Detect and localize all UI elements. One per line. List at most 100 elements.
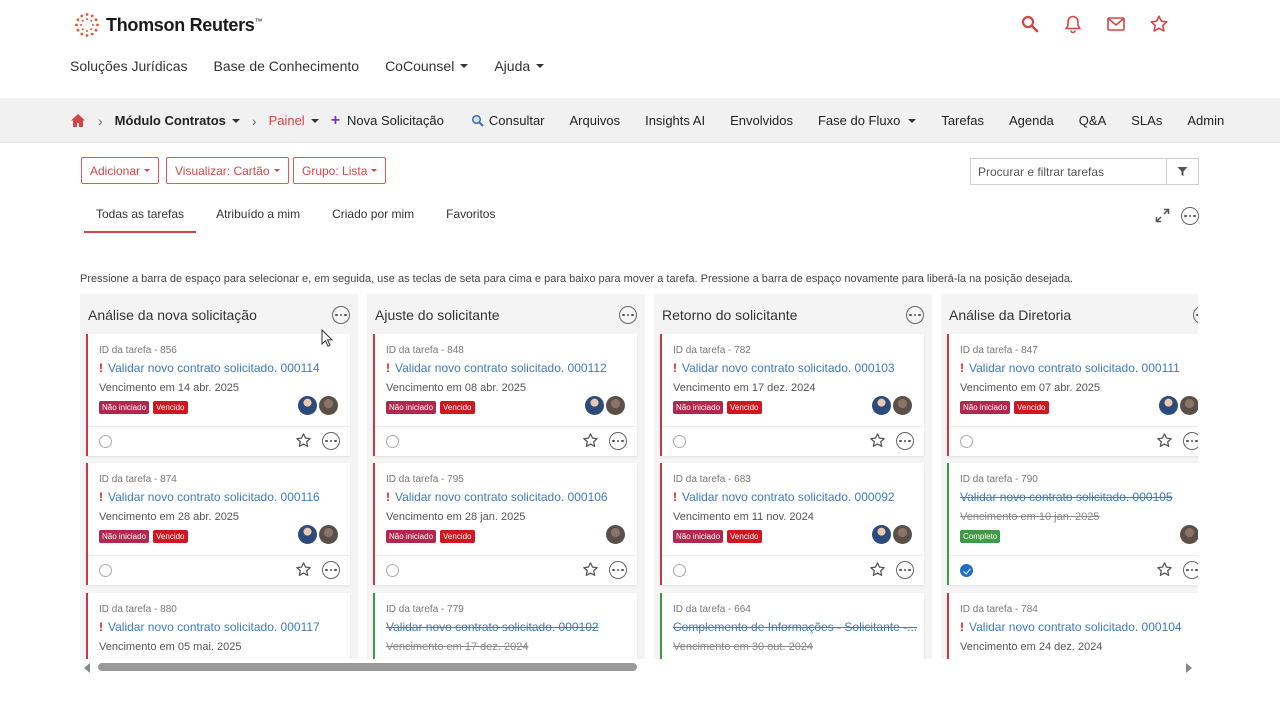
card-more-icon[interactable] <box>609 561 627 579</box>
avatar[interactable] <box>298 525 317 544</box>
avatar[interactable] <box>319 525 338 544</box>
favorite-star-icon[interactable] <box>1156 432 1173 449</box>
task-search-input[interactable]: Procurar e filtrar tarefas <box>970 158 1167 185</box>
avatar[interactable] <box>893 525 912 544</box>
favorite-star-icon[interactable] <box>295 432 312 449</box>
task-title-link[interactable]: Validar novo contrato solicitado. 000102 <box>386 620 599 634</box>
favorite-star-icon[interactable] <box>1156 561 1173 578</box>
task-title-link[interactable]: Validar novo contrato solicitado. 000105 <box>960 490 1173 504</box>
column-more-icon[interactable] <box>332 306 350 324</box>
task-card[interactable]: ID da tarefa - 782 ! Validar novo contrat… <box>660 334 924 456</box>
column-more-icon[interactable] <box>1193 306 1198 324</box>
admin-link[interactable]: Admin <box>1187 113 1224 128</box>
card-more-icon[interactable] <box>322 432 340 450</box>
task-title-link[interactable]: ! Validar novo contrato solicitado. 00009… <box>673 490 895 504</box>
nav-ajuda[interactable]: Ajuda <box>494 58 545 74</box>
card-more-icon[interactable] <box>322 561 340 579</box>
task-title-link[interactable]: Complemento de Informações - Solicitante… <box>673 620 917 634</box>
task-card[interactable]: ID da tarefa - 664 Complemento de Inform… <box>660 593 924 659</box>
task-title-link[interactable]: ! Validar novo contrato solicitado. 00010… <box>386 490 608 504</box>
envolvidos-link[interactable]: Envolvidos <box>730 113 793 128</box>
task-card[interactable]: ID da tarefa - 795 ! Validar novo contrat… <box>373 463 637 585</box>
task-title-link[interactable]: ! Validar novo contrato solicitado. 00011… <box>99 361 320 375</box>
thomson-reuters-logo[interactable]: Thomson Reuters™ <box>74 12 263 38</box>
avatar[interactable] <box>1180 396 1198 415</box>
scroll-left-icon[interactable] <box>84 663 90 673</box>
favorite-star-icon[interactable] <box>582 561 599 578</box>
task-title-link[interactable]: ! Validar novo contrato solicitado. 00011… <box>99 620 320 634</box>
scroll-right-icon[interactable] <box>1186 663 1192 673</box>
module-selector[interactable]: Módulo Contratos <box>115 113 226 128</box>
grupo-button[interactable]: Grupo: Lista <box>293 157 387 184</box>
avatar[interactable] <box>585 396 604 415</box>
complete-checkbox[interactable] <box>673 435 686 448</box>
complete-checkbox[interactable] <box>99 564 112 577</box>
scroll-thumb[interactable] <box>98 663 637 671</box>
card-more-icon[interactable] <box>1183 432 1198 450</box>
nav-base-conhecimento[interactable]: Base de Conhecimento <box>214 58 360 74</box>
task-card[interactable]: ID da tarefa - 683 ! Validar novo contrat… <box>660 463 924 585</box>
slas-link[interactable]: SLAs <box>1131 113 1162 128</box>
nova-solicitacao-link[interactable]: + Nova Solicitação <box>331 112 444 130</box>
column-more-icon[interactable] <box>619 306 637 324</box>
favorite-star-icon[interactable] <box>295 561 312 578</box>
card-more-icon[interactable] <box>896 561 914 579</box>
tab-atribuido-a-mim[interactable]: Atribuído a mim <box>204 200 312 233</box>
complete-checkbox[interactable] <box>960 564 973 577</box>
horizontal-scrollbar[interactable] <box>80 660 1198 674</box>
tab-favoritos[interactable]: Favoritos <box>434 200 507 233</box>
arquivos-link[interactable]: Arquivos <box>570 113 621 128</box>
avatar[interactable] <box>872 396 891 415</box>
task-card[interactable]: ID da tarefa - 880 ! Validar novo contrat… <box>86 593 350 659</box>
fase-do-fluxo-dropdown[interactable]: Fase do Fluxo <box>818 113 917 128</box>
avatar[interactable] <box>606 525 625 544</box>
bell-icon[interactable] <box>1063 14 1083 34</box>
home-icon[interactable] <box>70 113 86 128</box>
tab-criado-por-mim[interactable]: Criado por mim <box>320 200 426 233</box>
search-icon[interactable] <box>1020 14 1040 34</box>
complete-checkbox[interactable] <box>386 564 399 577</box>
favorite-star-icon[interactable] <box>582 432 599 449</box>
star-icon[interactable] <box>1149 14 1169 34</box>
task-title-link[interactable]: ! Validar novo contrato solicitado. 00011… <box>960 361 1180 375</box>
painel-dropdown[interactable]: Painel <box>269 113 305 128</box>
task-card[interactable]: ID da tarefa - 856 ! Validar novo contrat… <box>86 334 350 456</box>
more-options-icon[interactable] <box>1181 207 1199 225</box>
consultar-link[interactable]: Consultar <box>471 113 545 128</box>
expand-icon[interactable] <box>1155 208 1170 223</box>
complete-checkbox[interactable] <box>960 435 973 448</box>
mail-icon[interactable] <box>1106 14 1126 34</box>
visualizar-button[interactable]: Visualizar: Cartão <box>166 157 289 184</box>
avatar[interactable] <box>872 525 891 544</box>
complete-checkbox[interactable] <box>673 564 686 577</box>
column-more-icon[interactable] <box>906 306 924 324</box>
qa-link[interactable]: Q&A <box>1079 113 1106 128</box>
favorite-star-icon[interactable] <box>869 561 886 578</box>
nav-cocounsel[interactable]: CoCounsel <box>385 58 469 74</box>
agenda-link[interactable]: Agenda <box>1009 113 1054 128</box>
task-card[interactable]: ID da tarefa - 790 Validar novo contrato… <box>947 463 1198 585</box>
avatar[interactable] <box>893 396 912 415</box>
tarefas-link[interactable]: Tarefas <box>941 113 984 128</box>
tab-todas-tarefas[interactable]: Todas as tarefas <box>84 200 197 233</box>
nav-solucoes-juridicas[interactable]: Soluções Jurídicas <box>70 58 188 74</box>
task-card[interactable]: ID da tarefa - 874 ! Validar novo contrat… <box>86 463 350 585</box>
task-title-link[interactable]: ! Validar novo contrato solicitado. 00011… <box>99 490 320 504</box>
task-card[interactable]: ID da tarefa - 847 ! Validar novo contrat… <box>947 334 1198 456</box>
task-title-link[interactable]: ! Validar novo contrato solicitado. 00010… <box>673 361 895 375</box>
avatar[interactable] <box>1180 525 1198 544</box>
card-more-icon[interactable] <box>609 432 627 450</box>
avatar[interactable] <box>319 396 338 415</box>
avatar[interactable] <box>606 396 625 415</box>
task-title-link[interactable]: ! Validar novo contrato solicitado. 00010… <box>960 620 1182 634</box>
card-more-icon[interactable] <box>1183 561 1198 579</box>
task-title-link[interactable]: ! Validar novo contrato solicitado. 00011… <box>386 361 607 375</box>
favorite-star-icon[interactable] <box>869 432 886 449</box>
task-card[interactable]: ID da tarefa - 848 ! Validar novo contrat… <box>373 334 637 456</box>
task-card[interactable]: ID da tarefa - 779 Validar novo contrato… <box>373 593 637 659</box>
complete-checkbox[interactable] <box>99 435 112 448</box>
insights-ai-link[interactable]: Insights AI <box>645 113 705 128</box>
task-card[interactable]: ID da tarefa - 784 ! Validar novo contrat… <box>947 593 1198 659</box>
complete-checkbox[interactable] <box>386 435 399 448</box>
filter-button[interactable] <box>1166 158 1199 185</box>
